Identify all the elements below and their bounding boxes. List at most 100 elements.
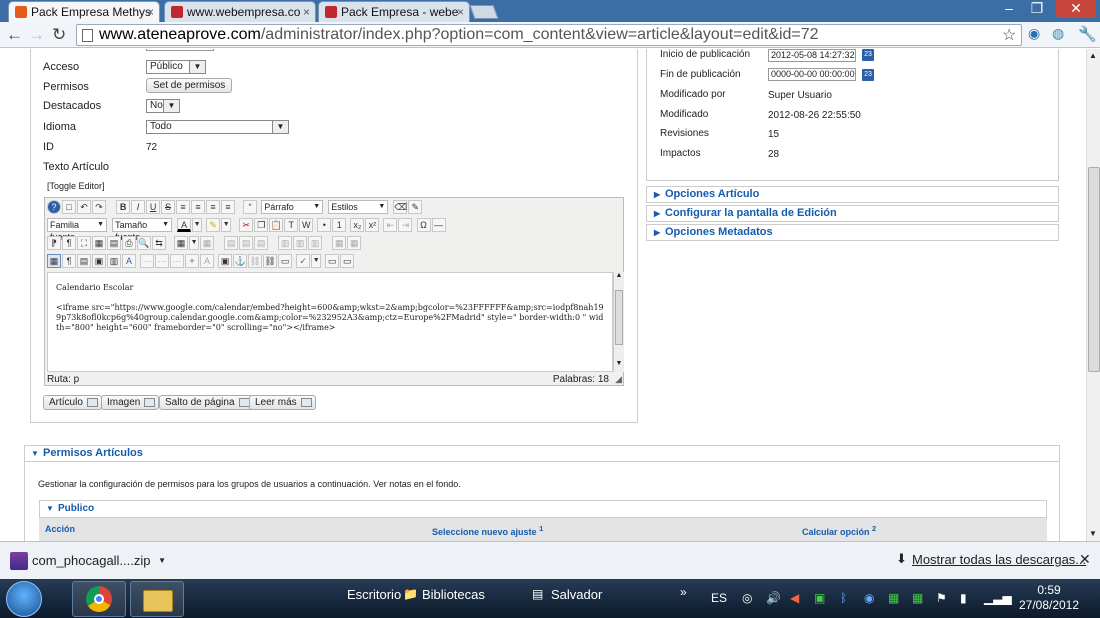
minimize-icon[interactable]: ‒ <box>996 0 1022 18</box>
align-left-icon[interactable]: ≡ <box>206 200 221 214</box>
text-color-icon[interactable]: A <box>177 218 192 232</box>
explorer-taskbar-button[interactable] <box>130 581 184 617</box>
scroll-up-icon[interactable]: ▲ <box>1089 51 1097 60</box>
redo-icon[interactable]: ↷ <box>92 200 106 214</box>
taskbar-salvador[interactable]: Salvador <box>551 587 602 602</box>
extension-icon[interactable]: ◍ <box>1052 25 1064 42</box>
table-col-icon[interactable]: ▥ <box>308 236 323 250</box>
chevron-down-icon[interactable]: ▼ <box>158 546 166 576</box>
scroll-up-icon[interactable]: ▲ <box>614 272 624 279</box>
align-right-icon[interactable]: ≡ <box>221 200 236 214</box>
italic-icon[interactable]: I <box>131 200 146 214</box>
strikethrough-icon[interactable]: S <box>161 200 176 214</box>
styles-select[interactable]: Estilos ▼ <box>328 200 389 214</box>
panel-opciones-metadatos[interactable]: ▶ Opciones Metadatos <box>646 224 1059 241</box>
subscript-icon[interactable]: x₂ <box>350 218 365 232</box>
clock[interactable]: 0:59 27/08/2012 <box>1014 583 1084 613</box>
address-bar[interactable]: www.ateneaprove.com/administrator/index.… <box>76 24 1022 46</box>
abbr-icon[interactable]: ··· <box>140 254 155 268</box>
table-icon[interactable]: ▦ <box>174 236 189 250</box>
font-size-select[interactable]: Tamaño fuente▼ <box>112 218 173 242</box>
del-icon[interactable]: A <box>200 254 215 268</box>
paste-text-icon[interactable]: T <box>284 218 299 232</box>
calendar-icon[interactable]: 23 <box>862 69 874 81</box>
table-split-icon[interactable]: ▦ <box>347 236 362 250</box>
maximize-icon[interactable]: ❐ <box>1024 0 1050 18</box>
taskbar-escritorio[interactable]: Escritorio <box>347 587 401 602</box>
articulo-button[interactable]: Artículo <box>43 395 102 410</box>
chevron-down-icon[interactable]: ▼ <box>192 218 203 232</box>
start-button[interactable] <box>6 581 42 617</box>
tab-pack-empresa-methys[interactable]: Pack Empresa Methys × <box>8 1 160 22</box>
readmore-icon[interactable]: ▭ <box>325 254 340 268</box>
resize-handle-icon[interactable]: ◢ <box>615 373 622 386</box>
back-arrow-icon[interactable]: ← <box>6 25 23 45</box>
acronym-icon[interactable]: ··· <box>155 254 170 268</box>
align-center-icon[interactable]: ≡ <box>191 200 206 214</box>
tray-app-icon[interactable]: ▦ <box>912 591 923 605</box>
scroll-down-icon[interactable]: ▼ <box>1089 529 1097 538</box>
power-icon[interactable]: ▮ <box>960 591 967 605</box>
cut-icon[interactable]: ✂ <box>239 218 254 232</box>
tray-app-icon[interactable]: ▦ <box>888 591 899 605</box>
network-status-icon[interactable]: ◎ <box>742 591 752 605</box>
permisos-articulos-header[interactable]: ▼ Permisos Artículos <box>25 446 1059 462</box>
image-icon[interactable]: ▣ <box>92 254 106 268</box>
bluetooth-icon[interactable]: ᛒ <box>840 591 847 605</box>
destacados-select[interactable]: No ▼ <box>146 99 180 113</box>
panel-opciones-articulo[interactable]: ▶ Opciones Artículo <box>646 186 1059 203</box>
salto-de-pagina-button[interactable]: Salto de página <box>159 395 254 410</box>
acceso-select[interactable]: Público ▼ <box>146 60 206 74</box>
chevron-down-icon[interactable]: ▼ <box>189 236 200 250</box>
highlight-icon[interactable]: ✎ <box>206 218 221 232</box>
paragraph-icon[interactable]: ¶ <box>62 254 76 268</box>
table-col-icon[interactable]: ▥ <box>293 236 308 250</box>
flag-icon[interactable]: ⚑ <box>936 591 947 605</box>
tab-pack-empresa-webe[interactable]: Pack Empresa - webe × <box>318 1 470 22</box>
new-tab-button[interactable] <box>469 5 499 19</box>
bookmark-star-icon[interactable]: ☆ <box>1002 25 1016 45</box>
image-insert-icon[interactable]: ▣ <box>218 254 233 268</box>
inicio-publicacion-input[interactable]: 2012-05-08 14:27:32 <box>768 49 856 62</box>
table-row-icon[interactable]: ▤ <box>239 236 254 250</box>
numbered-list-icon[interactable]: 1 <box>332 218 347 232</box>
visual-aid-icon[interactable]: ▦ <box>47 254 61 268</box>
unlink-icon[interactable]: ⛓ <box>248 254 263 268</box>
extension-icon[interactable]: ◉ <box>1028 25 1040 42</box>
ins-icon[interactable]: ✦ <box>185 254 200 268</box>
volume-icon[interactable]: 🔊 <box>766 591 781 605</box>
panel-configurar-pantalla[interactable]: ▶ Configurar la pantalla de Edición <box>646 205 1059 222</box>
table-row-icon[interactable]: ▤ <box>224 236 239 250</box>
table-row-icon[interactable]: ▤ <box>254 236 269 250</box>
editor-scrollbar[interactable]: ▲ ▼ <box>613 272 624 372</box>
copy-icon[interactable]: ❐ <box>254 218 269 232</box>
leer-mas-button[interactable]: Leer más <box>249 395 316 410</box>
link-icon[interactable]: ⛓ <box>263 254 278 268</box>
set-permisos-button[interactable]: Set de permisos <box>146 78 233 93</box>
close-downloads-icon[interactable]: ✕ <box>1079 551 1091 568</box>
close-tab-icon[interactable]: × <box>147 5 154 19</box>
layer-icon[interactable]: ▤ <box>107 236 121 250</box>
editor-scroll-thumb[interactable] <box>615 290 623 345</box>
reload-icon[interactable]: ↻ <box>52 25 66 45</box>
outdent-icon[interactable]: ⇤ <box>383 218 398 232</box>
clean-format-icon[interactable]: ✎ <box>408 200 423 214</box>
bold-icon[interactable]: B <box>116 200 131 214</box>
search-icon[interactable]: 🔍 <box>137 236 151 250</box>
paste-word-icon[interactable]: W <box>299 218 314 232</box>
table-merge-icon[interactable]: ▦ <box>332 236 347 250</box>
insert-row-before-icon[interactable]: ⁋ <box>47 236 61 250</box>
imagen-button[interactable]: Imagen <box>101 395 160 410</box>
tab-webempresa[interactable]: www.webempresa.co × <box>164 1 316 22</box>
paste-icon[interactable]: 📋 <box>269 218 284 232</box>
tray-app-icon[interactable]: ◉ <box>864 591 874 605</box>
delete-table-icon[interactable]: ▦ <box>200 236 215 250</box>
download-item[interactable]: com_phocagall....zip ▼ <box>4 546 166 576</box>
spellcheck-icon[interactable]: ✓ <box>296 254 311 268</box>
preview-icon[interactable]: ▦ <box>92 236 106 250</box>
paragraph-mark-icon[interactable]: ¶ <box>62 236 76 250</box>
chrome-taskbar-button[interactable] <box>72 581 126 617</box>
app-tray-icon[interactable]: ▣ <box>814 591 825 605</box>
align-justify-icon[interactable]: ≡ <box>176 200 191 214</box>
superscript-icon[interactable]: x² <box>365 218 380 232</box>
